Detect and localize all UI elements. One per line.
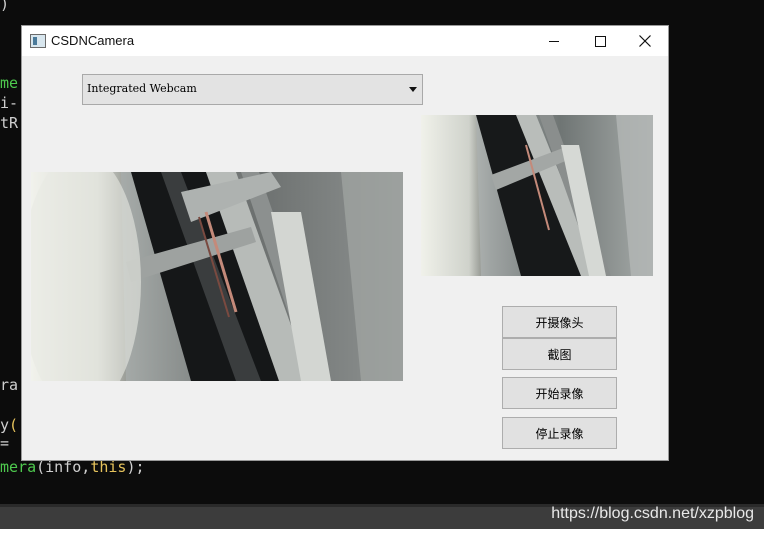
- maximize-button[interactable]: [577, 26, 623, 56]
- minimize-icon: [549, 40, 559, 42]
- camera-live-view: [31, 172, 403, 381]
- code-line: ): [0, 0, 10, 13]
- watermark-url: https://blog.csdn.net/xzpblog: [551, 505, 754, 522]
- close-icon: [639, 35, 651, 47]
- minimize-button[interactable]: [531, 26, 577, 56]
- camera-select-value: Integrated Webcam: [87, 82, 197, 95]
- open-camera-button[interactable]: 开摄像头: [502, 306, 617, 338]
- camera-window: CSDNCamera Integrated Webcam 开摄像头 截图 开始录…: [21, 25, 669, 461]
- start-record-button[interactable]: 开始录像: [502, 377, 617, 409]
- window-title: CSDNCamera: [51, 33, 135, 48]
- camera-select[interactable]: Integrated Webcam: [82, 74, 423, 105]
- snapshot-image: [421, 115, 653, 276]
- status-bar: https://blog.csdn.net/xzpblog: [0, 504, 764, 533]
- screenshot-button[interactable]: 截图: [502, 338, 617, 370]
- code-line: me: [0, 74, 19, 92]
- code-line: =: [0, 434, 10, 452]
- app-icon: [30, 34, 46, 48]
- camera-frame-image: [31, 172, 403, 381]
- close-button[interactable]: [622, 26, 668, 56]
- code-line: i-: [0, 94, 19, 112]
- maximize-icon: [594, 35, 606, 47]
- status-bar-bottom-edge: [0, 529, 764, 533]
- code-line: y(: [0, 416, 19, 434]
- stop-record-button[interactable]: 停止录像: [502, 417, 617, 449]
- code-line: tR: [0, 114, 19, 132]
- code-line: ra: [0, 376, 19, 394]
- snapshot-view: [421, 115, 653, 276]
- title-bar[interactable]: CSDNCamera: [22, 26, 668, 56]
- chevron-down-icon: [409, 87, 417, 92]
